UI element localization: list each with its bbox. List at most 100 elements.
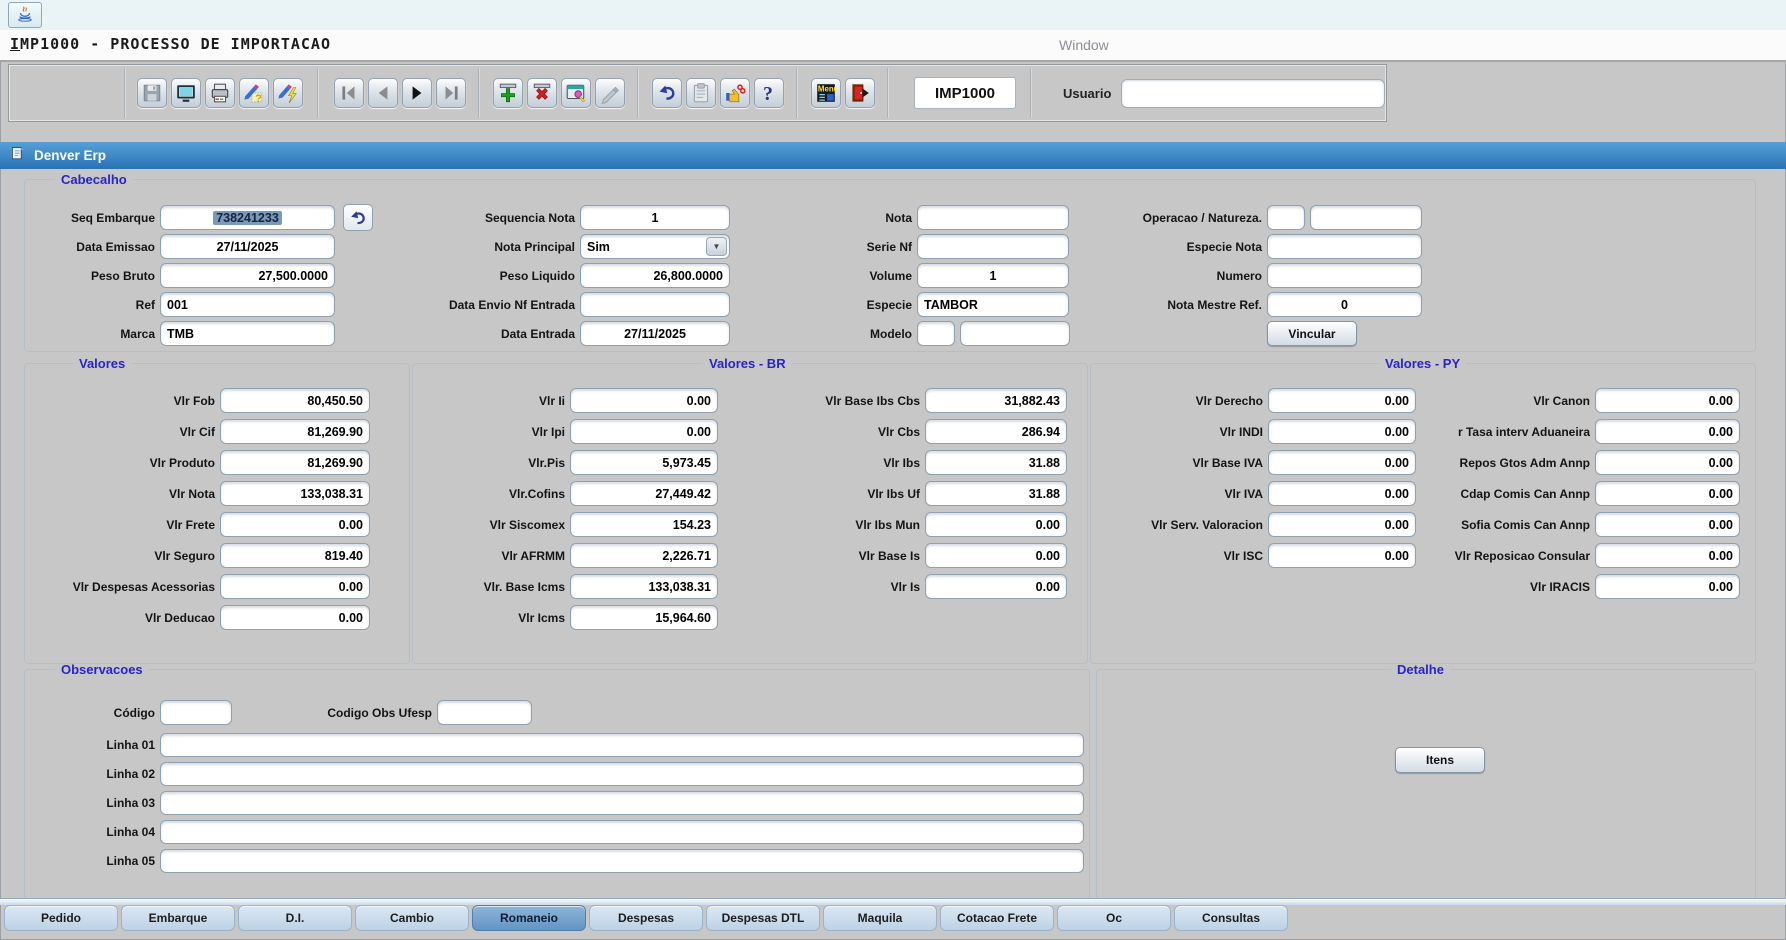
vlr-iva-field[interactable]: 0.00: [1268, 481, 1416, 506]
screen-icon[interactable]: [171, 78, 201, 108]
numero-field[interactable]: [1267, 263, 1422, 288]
vlr-frete-field[interactable]: 0.00: [220, 512, 370, 537]
vlr-is-field[interactable]: 0.00: [925, 574, 1067, 599]
data-entrada-field[interactable]: 27/11/2025: [580, 321, 730, 346]
tab-cambio[interactable]: Cambio: [355, 905, 469, 931]
menu-window[interactable]: Window: [1059, 37, 1109, 53]
exit-icon[interactable]: [845, 78, 875, 108]
linha-04-field[interactable]: [160, 820, 1084, 844]
operacao-natureza-field-1[interactable]: [1267, 205, 1305, 230]
vlr-derecho-field[interactable]: 0.00: [1268, 388, 1416, 413]
codigo-obs-ufesp-field[interactable]: [437, 700, 532, 725]
vlr-pis-field[interactable]: 5,973.45: [570, 450, 718, 475]
c-digo-field[interactable]: [160, 700, 232, 725]
edit-help-icon[interactable]: ?: [239, 78, 269, 108]
nota-mestre-ref-field[interactable]: 0: [1267, 292, 1422, 317]
itens-button[interactable]: Itens: [1395, 747, 1485, 773]
delete-record-icon[interactable]: [527, 78, 557, 108]
linha-05-field[interactable]: [160, 849, 1084, 873]
r-tasa-interv-aduaneira-field[interactable]: 0.00: [1595, 419, 1740, 444]
tab-oc[interactable]: Oc: [1057, 905, 1171, 931]
tab-romaneio[interactable]: Romaneio: [472, 905, 586, 931]
vlr-iracis-field[interactable]: 0.00: [1595, 574, 1740, 599]
especie-nota-field[interactable]: [1267, 234, 1422, 259]
vlr-canon-field[interactable]: 0.00: [1595, 388, 1740, 413]
sequencia-nota-field[interactable]: 1: [580, 205, 730, 230]
nota-field[interactable]: [917, 205, 1069, 230]
volume-field[interactable]: 1: [917, 263, 1069, 288]
undo-icon[interactable]: [652, 78, 682, 108]
vlr-siscomex-field[interactable]: 154.23: [570, 512, 718, 537]
tab-despesas-dtl[interactable]: Despesas DTL: [706, 905, 820, 931]
tab-cotacao-frete[interactable]: Cotacao Frete: [940, 905, 1054, 931]
peso-bruto-field[interactable]: 27,500.0000: [160, 263, 335, 288]
vlr-afrmm-field[interactable]: 2,226.71: [570, 543, 718, 568]
data-envio-nf-entrada-field[interactable]: [580, 292, 730, 317]
vlr-ibs-mun-field[interactable]: 0.00: [925, 512, 1067, 537]
vlr-cif-field[interactable]: 81,269.90: [220, 419, 370, 444]
serie-nf-field[interactable]: [917, 234, 1069, 259]
modelo-field-1[interactable]: [917, 321, 955, 346]
vlr-indi-field[interactable]: 0.00: [1268, 419, 1416, 444]
chevron-down-icon[interactable]: ▼: [706, 237, 727, 256]
usuario-input[interactable]: [1121, 79, 1385, 108]
vlr-seguro-field[interactable]: 819.40: [220, 543, 370, 568]
tab-embarque[interactable]: Embarque: [121, 905, 235, 931]
vlr-ibs-field[interactable]: 31.88: [925, 450, 1067, 475]
linha-03-field[interactable]: [160, 791, 1084, 815]
vlr-cbs-field[interactable]: 286.94: [925, 419, 1067, 444]
java-app-button[interactable]: [8, 2, 42, 28]
data-emissao-field[interactable]: 27/11/2025: [160, 234, 335, 259]
vlr-produto-field[interactable]: 81,269.90: [220, 450, 370, 475]
vlr-ipi-field[interactable]: 0.00: [570, 419, 718, 444]
query-icon[interactable]: [561, 78, 591, 108]
vlr-base-ibs-cbs-field[interactable]: 31,882.43: [925, 388, 1067, 413]
vlr-base-iva-field[interactable]: 0.00: [1268, 450, 1416, 475]
tab-d-i[interactable]: D.I.: [238, 905, 352, 931]
field-row: Vlr Derecho0.00: [1073, 388, 1416, 413]
vlr-nota-field[interactable]: 133,038.31: [220, 481, 370, 506]
undo-field-button[interactable]: [343, 204, 373, 231]
add-record-icon[interactable]: [493, 78, 523, 108]
tab-consultas[interactable]: Consultas: [1174, 905, 1288, 931]
edit-run-icon[interactable]: [273, 78, 303, 108]
seq-embarque-field[interactable]: 738241233: [160, 205, 335, 230]
especie-field[interactable]: TAMBOR: [917, 292, 1069, 317]
linha-01-field[interactable]: [160, 733, 1084, 757]
cdap-comis-can-annp-field[interactable]: 0.00: [1595, 481, 1740, 506]
peso-liquido-field[interactable]: 26,800.0000: [580, 263, 730, 288]
vlr-ibs-uf-field[interactable]: 31.88: [925, 481, 1067, 506]
module-code-box[interactable]: IMP1000: [914, 77, 1016, 109]
operacao-natureza-field-2[interactable]: [1310, 205, 1422, 230]
marca-field[interactable]: TMB: [160, 321, 335, 346]
vlr-base-is-field[interactable]: 0.00: [925, 543, 1067, 568]
vincular-button[interactable]: Vincular: [1267, 321, 1357, 346]
vlr-reposicao-consular-field[interactable]: 0.00: [1595, 543, 1740, 568]
tab-despesas[interactable]: Despesas: [589, 905, 703, 931]
tab-maquila[interactable]: Maquila: [823, 905, 937, 931]
vlr-serv-valoracion-field[interactable]: 0.00: [1268, 512, 1416, 537]
nota-principal-field[interactable]: Sim▼: [580, 234, 730, 259]
vlr-ii-field[interactable]: 0.00: [570, 388, 718, 413]
field-row: Serie Nf: [792, 234, 1070, 259]
vlr-base-icms-field[interactable]: 133,038.31: [570, 574, 718, 599]
vlr-isc-field[interactable]: 0.00: [1268, 543, 1416, 568]
help-icon[interactable]: ?: [754, 78, 784, 108]
modelo-field-2[interactable]: [960, 321, 1070, 346]
vlr-fob-field[interactable]: 80,450.50: [220, 388, 370, 413]
svg-text:Menu: Menu: [818, 84, 837, 93]
sofia-comis-can-annp-field[interactable]: 0.00: [1595, 512, 1740, 537]
print-icon[interactable]: [205, 78, 235, 108]
commit-icon[interactable]: [720, 78, 750, 108]
menu-icon[interactable]: Menu: [811, 78, 841, 108]
repos-gtos-adm-annp-field[interactable]: 0.00: [1595, 450, 1740, 475]
vlr-cofins-field[interactable]: 27,449.42: [570, 481, 718, 506]
vlr-icms-field[interactable]: 15,964.60: [570, 605, 718, 630]
linha-02-field[interactable]: [160, 762, 1084, 786]
nav-next-icon[interactable]: [402, 78, 432, 108]
tab-pedido[interactable]: Pedido: [4, 905, 118, 931]
tabbar-separator: [0, 898, 1786, 905]
vlr-deducao-field[interactable]: 0.00: [220, 605, 370, 630]
ref-field[interactable]: 001: [160, 292, 335, 317]
vlr-despesas-acessorias-field[interactable]: 0.00: [220, 574, 370, 599]
